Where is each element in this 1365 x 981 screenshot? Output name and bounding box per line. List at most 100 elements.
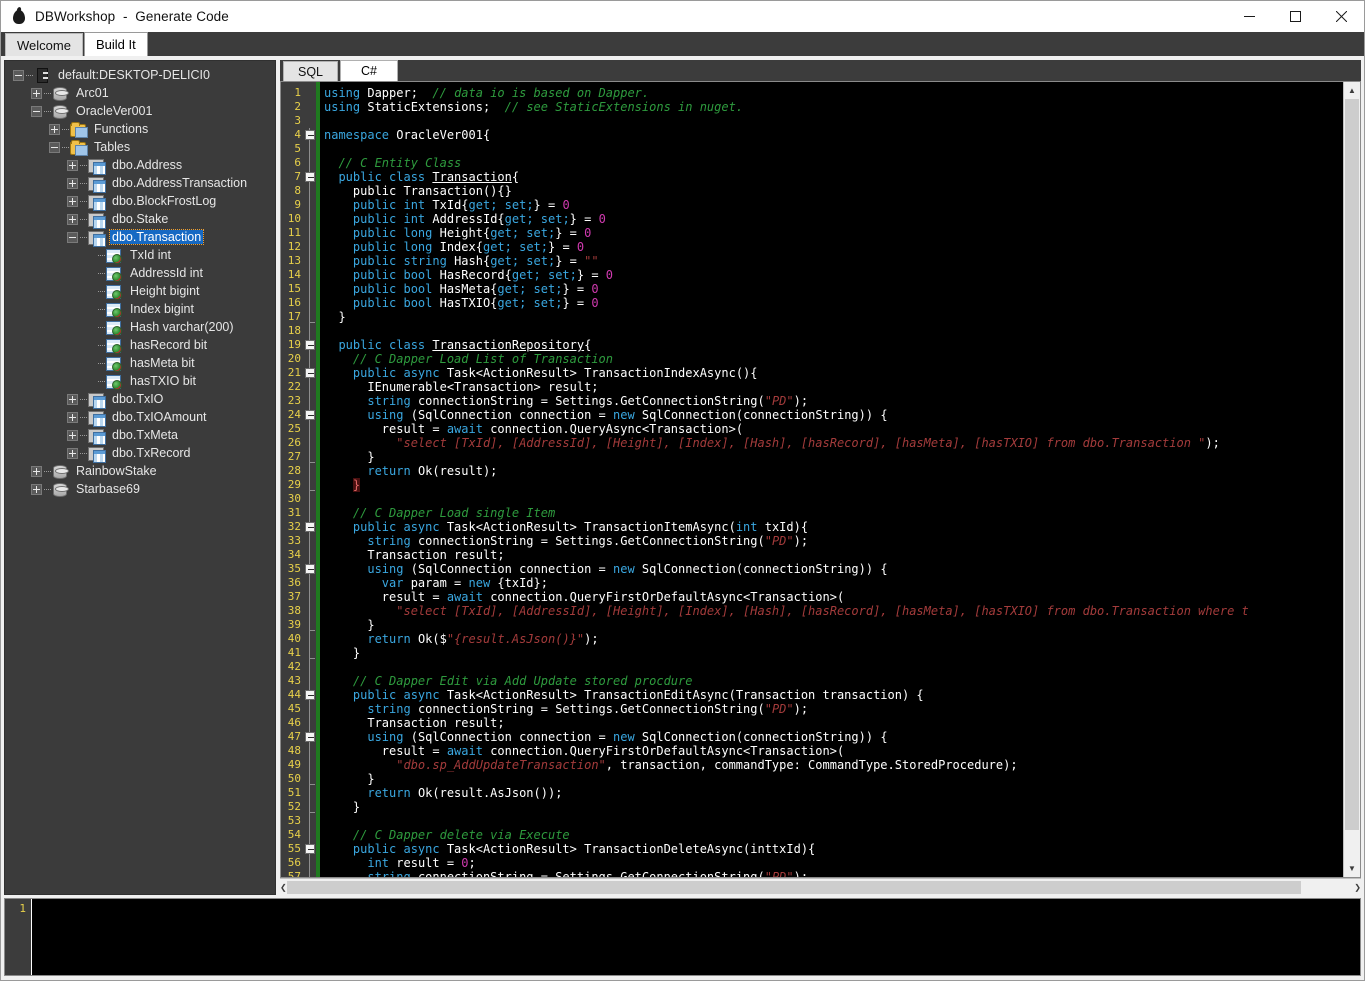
tree-node-hash-varchar-200[interactable]: Hash varchar(200) — [5, 318, 275, 336]
editor-vertical-scrollbar[interactable]: ▲ ▼ — [1343, 82, 1360, 877]
code-line[interactable]: string connectionString = Settings.GetCo… — [324, 702, 1343, 716]
code-line[interactable]: } — [324, 310, 1343, 324]
tab-welcome[interactable]: Welcome — [5, 33, 83, 56]
code-line[interactable]: namespace OracleVer001{ — [324, 128, 1343, 142]
tree-node-addressid-int[interactable]: AddressId int — [5, 264, 275, 282]
code-line[interactable]: public class Transaction{ — [324, 170, 1343, 184]
vertical-scroll-track[interactable] — [1344, 99, 1360, 860]
expand-node-icon[interactable] — [67, 411, 78, 423]
tree-node-dbo-txio[interactable]: dbo.TxIO — [5, 390, 275, 409]
expand-node-icon[interactable] — [49, 123, 60, 135]
maximize-icon[interactable] — [1272, 1, 1318, 32]
database-tree-view[interactable]: default:DESKTOP-DELICI0 Arc01 OracleVer001… — [4, 60, 276, 895]
collapse-node-icon[interactable] — [13, 69, 24, 81]
fold-marker[interactable] — [303, 408, 316, 422]
code-line[interactable]: public Transaction(){} — [324, 184, 1343, 198]
code-line[interactable]: } — [324, 800, 1343, 814]
code-line[interactable]: return Ok(result); — [324, 464, 1343, 478]
code-line[interactable]: public int TxId{get; set;} = 0 — [324, 198, 1343, 212]
code-line[interactable]: public bool HasRecord{get; set;} = 0 — [324, 268, 1343, 282]
collapse-node-icon[interactable] — [31, 105, 42, 117]
tree-node-dbo-txrecord[interactable]: dbo.TxRecord — [5, 444, 275, 463]
code-line[interactable]: string connectionString = Settings.GetCo… — [324, 870, 1343, 877]
fold-marker[interactable] — [303, 842, 316, 856]
code-line[interactable] — [324, 814, 1343, 828]
vertical-scroll-thumb[interactable] — [1345, 99, 1359, 830]
collapse-region-icon[interactable] — [305, 522, 315, 532]
code-line[interactable]: result = await connection.QueryFirstOrDe… — [324, 590, 1343, 604]
code-line[interactable]: public class TransactionRepository{ — [324, 338, 1343, 352]
code-line[interactable]: public string Hash{get; set;} = "" — [324, 254, 1343, 268]
code-line[interactable]: public async Task<ActionResult> Transact… — [324, 688, 1343, 702]
expand-node-icon[interactable] — [67, 393, 78, 405]
code-line[interactable]: public long Index{get; set;} = 0 — [324, 240, 1343, 254]
expand-node-icon[interactable] — [67, 159, 78, 171]
close-icon[interactable] — [1318, 1, 1364, 32]
expand-node-icon[interactable] — [67, 177, 78, 189]
collapse-region-icon[interactable] — [305, 690, 315, 700]
expand-node-icon[interactable] — [31, 483, 42, 495]
code-line[interactable]: Transaction result; — [324, 548, 1343, 562]
code-folding-column[interactable] — [303, 82, 316, 877]
fold-marker[interactable] — [303, 338, 316, 352]
tree-node-default-desktop-delici0[interactable]: default:DESKTOP-DELICI0 — [5, 66, 275, 84]
code-line[interactable] — [324, 142, 1343, 156]
code-line[interactable]: "select [TxId], [AddressId], [Height], [… — [324, 436, 1343, 450]
code-line[interactable]: public async Task<ActionResult> Transact… — [324, 366, 1343, 380]
tab-sql[interactable]: SQL — [283, 61, 339, 81]
code-line[interactable]: "dbo.sp_AddUpdateTransaction", transacti… — [324, 758, 1343, 772]
collapse-region-icon[interactable] — [305, 340, 315, 350]
tree-node-dbo-addresstransaction[interactable]: dbo.AddressTransaction — [5, 174, 275, 193]
code-line[interactable]: public async Task<ActionResult> Transact… — [324, 842, 1343, 856]
output-console-pane[interactable]: 1 — [4, 898, 1361, 976]
expand-node-icon[interactable] — [67, 447, 78, 459]
fold-marker[interactable] — [303, 688, 316, 702]
expand-node-icon[interactable] — [31, 87, 42, 99]
code-line[interactable]: return Ok($"{result.AsJson()}"); — [324, 632, 1343, 646]
code-line[interactable]: } — [324, 646, 1343, 660]
code-line[interactable]: return Ok(result.AsJson()); — [324, 786, 1343, 800]
code-line[interactable]: using (SqlConnection connection = new Sq… — [324, 562, 1343, 576]
tree-node-txid-int[interactable]: TxId int — [5, 246, 275, 264]
collapse-node-icon[interactable] — [67, 231, 78, 243]
tree-node-arc01[interactable]: Arc01 — [5, 84, 275, 102]
code-line[interactable]: var param = new {txId}; — [324, 576, 1343, 590]
code-line[interactable]: // C Dapper Edit via Add Update stored p… — [324, 674, 1343, 688]
collapse-region-icon[interactable] — [305, 410, 315, 420]
code-line[interactable]: } — [324, 478, 1343, 492]
expand-node-icon[interactable] — [67, 429, 78, 441]
expand-node-icon[interactable] — [67, 213, 78, 225]
code-line[interactable] — [324, 492, 1343, 506]
collapse-node-icon[interactable] — [49, 141, 60, 153]
code-line[interactable] — [324, 660, 1343, 674]
scroll-left-button[interactable]: ❮ — [280, 878, 287, 896]
tab-build-it[interactable]: Build It — [83, 32, 148, 56]
code-line[interactable] — [324, 324, 1343, 338]
tree-node-dbo-address[interactable]: dbo.Address — [5, 156, 275, 175]
fold-marker[interactable] — [303, 366, 316, 380]
code-line[interactable]: } — [324, 450, 1343, 464]
tree-node-dbo-txioamount[interactable]: dbo.TxIOAmount — [5, 408, 275, 427]
tree-node-hastxio-bit[interactable]: hasTXIO bit — [5, 372, 275, 390]
tree-node-starbase69[interactable]: Starbase69 — [5, 480, 275, 498]
tree-node-hasmeta-bit[interactable]: hasMeta bit — [5, 354, 275, 372]
expand-node-icon[interactable] — [67, 195, 78, 207]
fold-marker[interactable] — [303, 128, 316, 142]
code-line[interactable]: string connectionString = Settings.GetCo… — [324, 534, 1343, 548]
code-line[interactable]: using Dapper; // data io is based on Dap… — [324, 86, 1343, 100]
tree-node-tables[interactable]: Tables — [5, 138, 275, 156]
code-line[interactable]: IEnumerable<Transaction> result; — [324, 380, 1343, 394]
fold-marker[interactable] — [303, 520, 316, 534]
tree-node-dbo-txmeta[interactable]: dbo.TxMeta — [5, 426, 275, 445]
collapse-region-icon[interactable] — [305, 368, 315, 378]
collapse-region-icon[interactable] — [305, 130, 315, 140]
code-line[interactable]: result = await connection.QueryFirstOrDe… — [324, 744, 1343, 758]
code-line[interactable]: public int AddressId{get; set;} = 0 — [324, 212, 1343, 226]
editor-horizontal-scrollbar[interactable]: ❮ ❯ — [280, 878, 1361, 896]
horizontal-scroll-thumb[interactable] — [286, 880, 1301, 894]
fold-marker[interactable] — [303, 562, 316, 576]
tree-node-index-bigint[interactable]: Index bigint — [5, 300, 275, 318]
collapse-region-icon[interactable] — [305, 172, 315, 182]
tab-csharp[interactable]: C# — [340, 60, 398, 81]
code-line[interactable]: public long Height{get; set;} = 0 — [324, 226, 1343, 240]
